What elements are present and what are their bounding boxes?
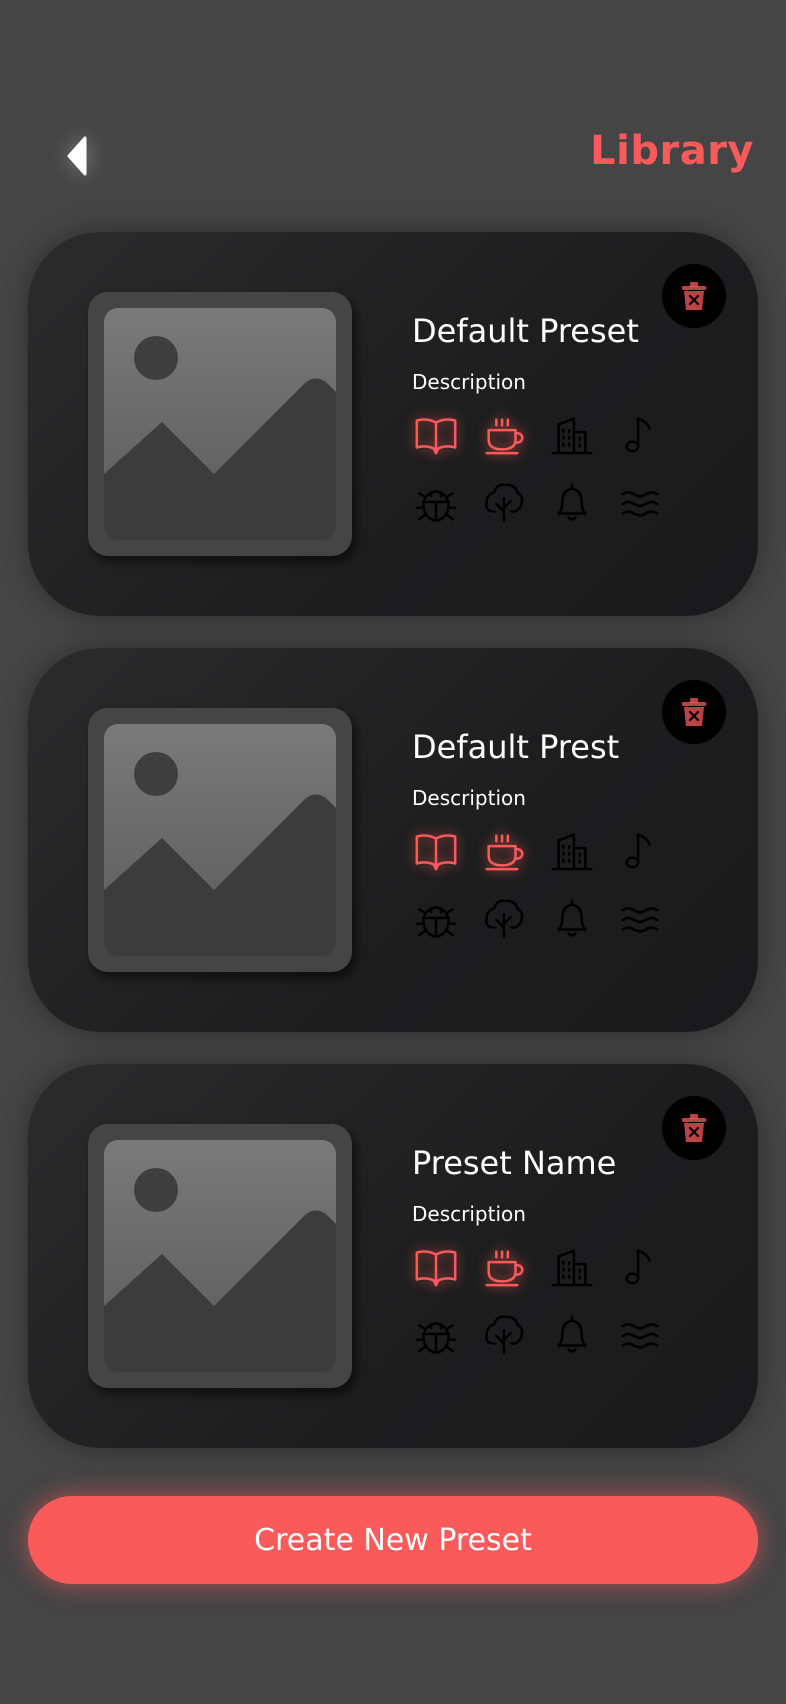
category-icons <box>412 1242 692 1358</box>
preset-card[interactable]: Preset Name Description <box>28 1064 758 1448</box>
waves-icon[interactable] <box>616 478 664 526</box>
delete-preset-button[interactable] <box>662 680 726 744</box>
preset-thumbnail <box>88 292 352 556</box>
back-arrow-icon <box>67 136 87 176</box>
preset-description: Description <box>412 786 526 810</box>
coffee-icon[interactable] <box>480 826 528 874</box>
delete-preset-button[interactable] <box>662 1096 726 1160</box>
trash-icon <box>682 282 706 310</box>
preset-name: Default Preset <box>412 312 639 350</box>
preset-description: Description <box>412 370 526 394</box>
category-icons <box>412 826 692 942</box>
image-placeholder-icon <box>104 752 336 956</box>
preset-description: Description <box>412 1202 526 1226</box>
back-button[interactable] <box>52 120 100 192</box>
city-icon[interactable] <box>548 1242 596 1290</box>
city-icon[interactable] <box>548 410 596 458</box>
preset-card[interactable]: Default Preset Description <box>28 232 758 616</box>
create-new-preset-button[interactable]: Create New Preset <box>28 1496 758 1584</box>
coffee-icon[interactable] <box>480 1242 528 1290</box>
tree-icon[interactable] <box>480 478 528 526</box>
waves-icon[interactable] <box>616 1310 664 1358</box>
preset-name: Preset Name <box>412 1144 617 1182</box>
bug-icon[interactable] <box>412 478 460 526</box>
tree-icon[interactable] <box>480 894 528 942</box>
category-icons <box>412 410 692 526</box>
bell-icon[interactable] <box>548 894 596 942</box>
preset-name: Default Prest <box>412 728 620 766</box>
page-title: Library <box>590 128 754 174</box>
image-placeholder-icon <box>104 336 336 540</box>
waves-icon[interactable] <box>616 894 664 942</box>
preset-thumbnail <box>88 1124 352 1388</box>
music-note-icon[interactable] <box>616 410 664 458</box>
music-note-icon[interactable] <box>616 826 664 874</box>
book-icon[interactable] <box>412 1242 460 1290</box>
bug-icon[interactable] <box>412 1310 460 1358</box>
trash-icon <box>682 1114 706 1142</box>
trash-icon <box>682 698 706 726</box>
delete-preset-button[interactable] <box>662 264 726 328</box>
bug-icon[interactable] <box>412 894 460 942</box>
preset-card[interactable]: Default Prest Description <box>28 648 758 1032</box>
image-placeholder-icon <box>104 1168 336 1372</box>
coffee-icon[interactable] <box>480 410 528 458</box>
bell-icon[interactable] <box>548 1310 596 1358</box>
music-note-icon[interactable] <box>616 1242 664 1290</box>
bell-icon[interactable] <box>548 478 596 526</box>
book-icon[interactable] <box>412 826 460 874</box>
tree-icon[interactable] <box>480 1310 528 1358</box>
preset-thumbnail <box>88 708 352 972</box>
city-icon[interactable] <box>548 826 596 874</box>
book-icon[interactable] <box>412 410 460 458</box>
